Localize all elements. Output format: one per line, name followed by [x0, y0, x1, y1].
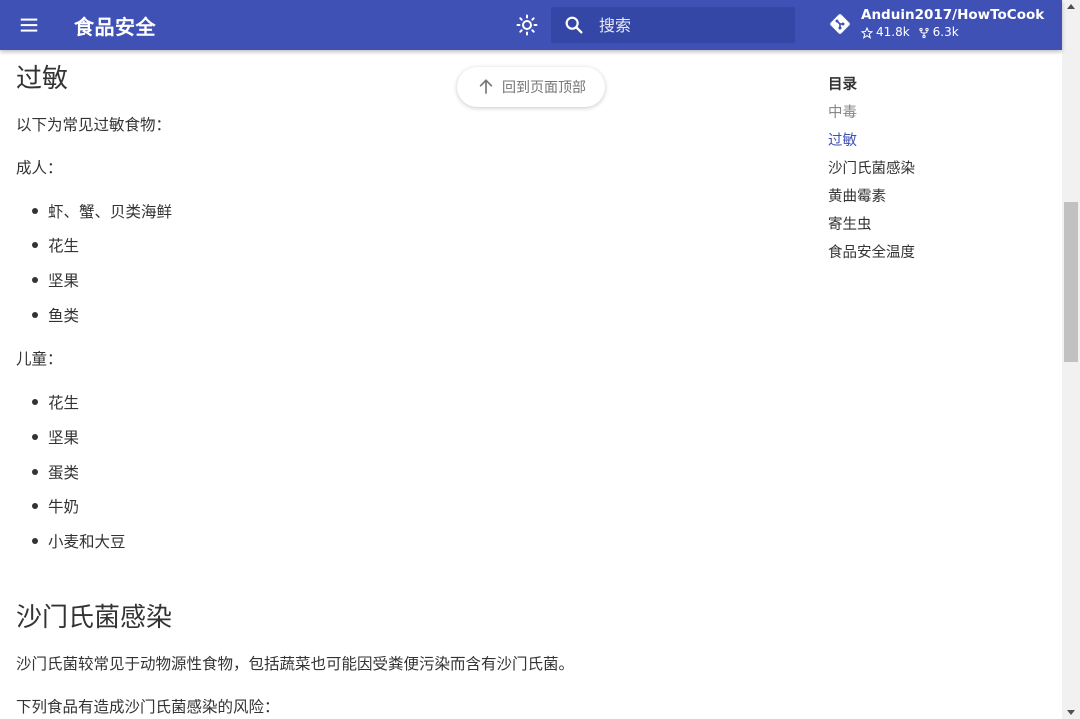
list-item: 小麦和大豆 — [32, 530, 126, 552]
list-item: 蛋类 — [32, 461, 79, 483]
brightness-icon[interactable] — [515, 13, 539, 37]
search-input[interactable] — [597, 14, 781, 36]
list-item: 虾、蟹、贝类海鲜 — [32, 200, 172, 222]
back-to-top-button[interactable]: 回到页面顶部 — [457, 67, 605, 107]
toc-item-salmonella[interactable]: 沙门氏菌感染 — [828, 158, 1028, 186]
allergy-intro: 以下为常见过敏食物： — [16, 116, 172, 134]
scroll-up-icon[interactable] — [1067, 4, 1075, 9]
heading-allergy: 过敏 — [16, 64, 69, 94]
site-title: 食品安全 — [74, 15, 156, 39]
toc-item-allergy[interactable]: 过敏 — [828, 130, 1028, 158]
salmonella-paragraph: 沙门氏菌较常见于动物源性食物，包括蔬菜也可能因受粪便污染而含有沙门氏菌。 — [16, 655, 575, 673]
repo-name: Anduin2017/HowToCook — [861, 7, 1045, 23]
list-item: 坚果 — [32, 426, 79, 448]
heading-salmonella: 沙门氏菌感染 — [16, 603, 173, 633]
toc-item-food-safety-temperature[interactable]: 食品安全温度 — [828, 242, 1028, 270]
list-item: 牛奶 — [32, 495, 79, 517]
children-label: 儿童： — [16, 350, 63, 368]
adults-label: 成人： — [16, 159, 63, 177]
scroll-down-icon[interactable] — [1067, 710, 1075, 715]
list-item: 坚果 — [32, 269, 79, 291]
list-item: 花生 — [32, 391, 79, 413]
git-icon — [830, 14, 850, 34]
table-of-contents: 目录 中毒 过敏 沙门氏菌感染 黄曲霉素 寄生虫 食品安全温度 — [828, 74, 1028, 270]
scrollbar-thumb[interactable] — [1064, 202, 1078, 362]
top-app-bar: 食品安全 Anduin2 — [0, 0, 1062, 50]
repo-stars-count: 41.8k — [876, 25, 910, 39]
search-box[interactable] — [551, 7, 795, 43]
fork-icon — [919, 27, 929, 38]
scrollbar[interactable] — [1062, 0, 1080, 719]
repository-link[interactable]: Anduin2017/HowToCook 41.8k 6.3k — [828, 7, 1044, 41]
back-to-top-label: 回到页面顶部 — [502, 80, 586, 96]
repo-stars: 41.8k — [861, 24, 910, 41]
toc-item-parasites[interactable]: 寄生虫 — [828, 214, 1028, 242]
repo-forks-count: 6.3k — [932, 25, 959, 39]
star-icon — [861, 26, 873, 39]
toc-item-poisoning[interactable]: 中毒 — [828, 102, 1028, 130]
salmonella-risk-intro: 下列食品有造成沙门氏菌感染的风险： — [16, 698, 280, 716]
search-icon — [565, 16, 583, 34]
list-item: 花生 — [32, 234, 79, 256]
toc-item-aflatoxin[interactable]: 黄曲霉素 — [828, 186, 1028, 214]
list-item: 鱼类 — [32, 304, 79, 326]
menu-icon[interactable] — [18, 14, 40, 36]
repo-forks: 6.3k — [918, 24, 959, 41]
arrow-up-icon — [479, 79, 493, 94]
toc-title: 目录 — [828, 77, 857, 93]
